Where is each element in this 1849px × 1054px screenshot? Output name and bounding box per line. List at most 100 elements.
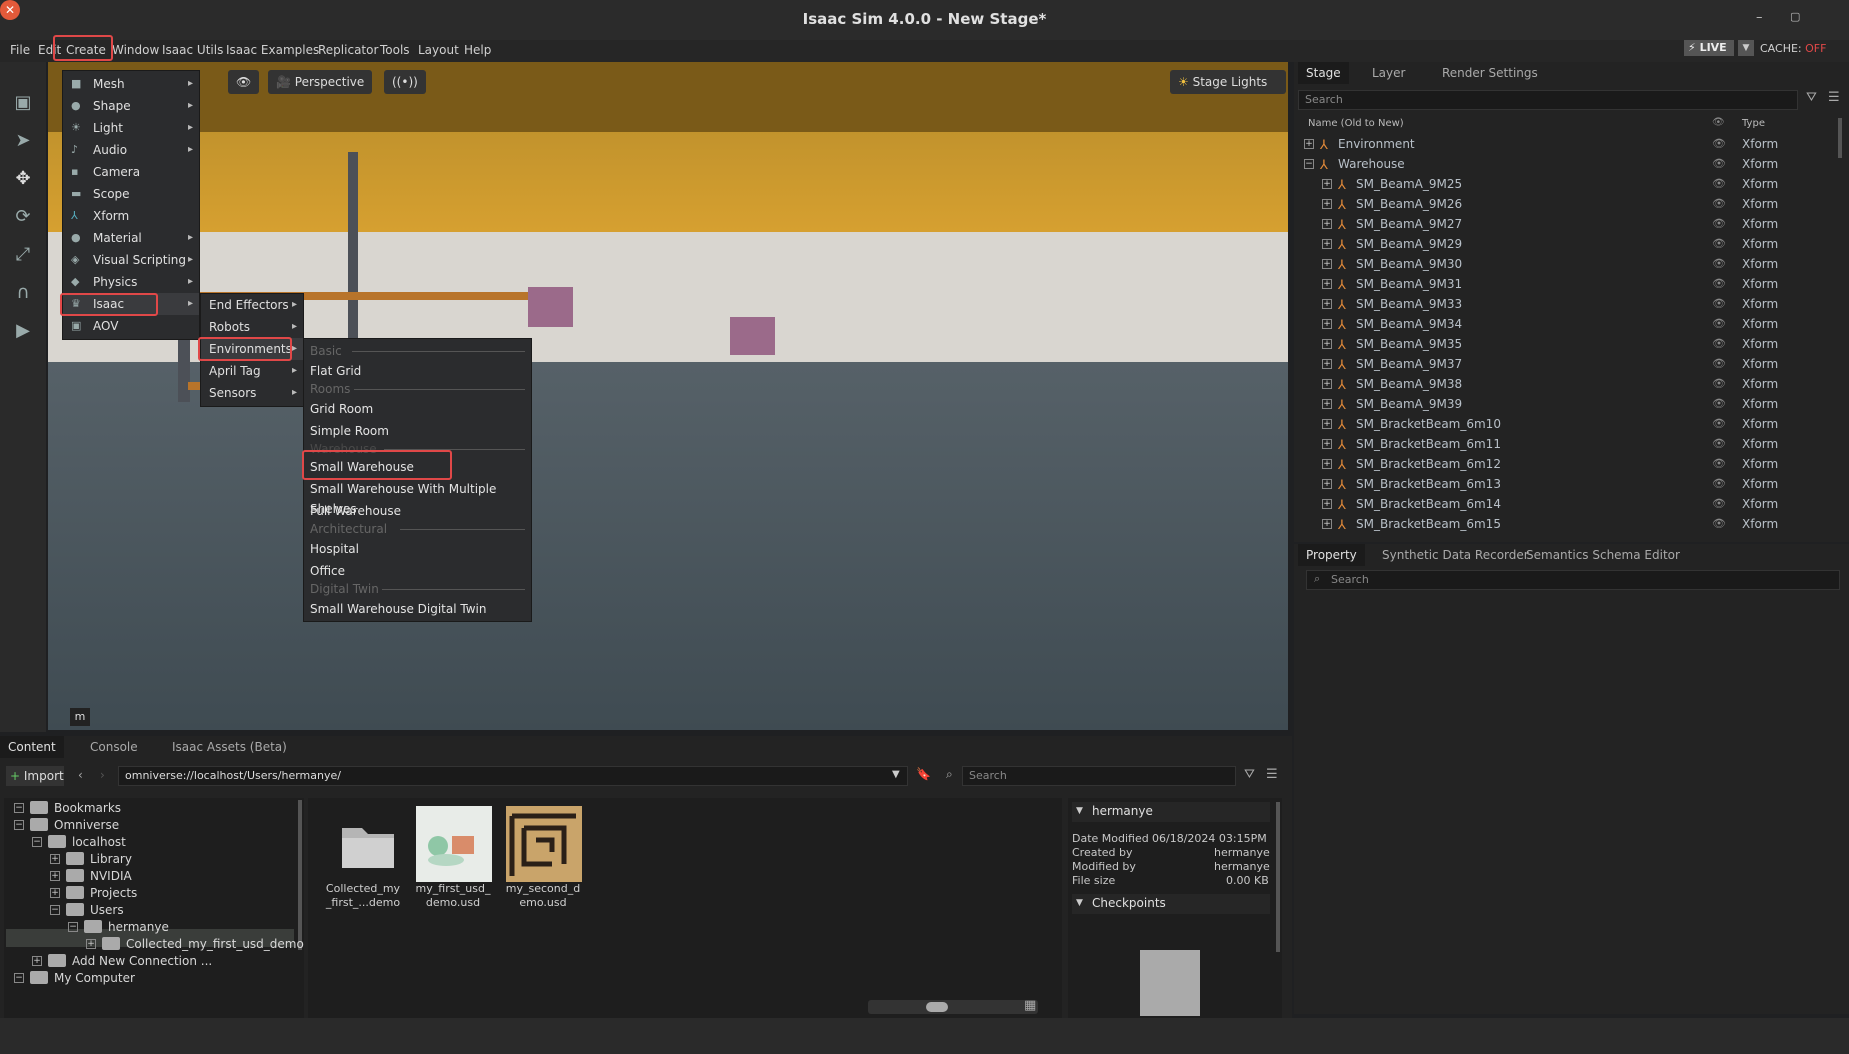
- menu-hospital[interactable]: Hospital: [304, 539, 531, 559]
- expand-icon[interactable]: +: [50, 871, 60, 881]
- expand-icon[interactable]: +: [1322, 499, 1332, 509]
- path-input[interactable]: omniverse://localhost/Users/hermanye/: [118, 766, 908, 786]
- stage-lights-button[interactable]: ☀ Stage Lights: [1170, 70, 1286, 94]
- expand-icon[interactable]: −: [14, 820, 24, 830]
- menu-isaac-utils[interactable]: Isaac Utils: [162, 43, 223, 57]
- eye-icon[interactable]: 👁: [1712, 514, 1726, 534]
- eye-icon[interactable]: 👁: [1712, 254, 1726, 274]
- menu-sensors[interactable]: Sensors ▸: [201, 382, 303, 404]
- stage-row[interactable]: + ⅄ SM_BracketBeam_6m10 👁 Xform: [1294, 414, 1834, 434]
- expand-icon[interactable]: +: [1322, 339, 1332, 349]
- tab-stage[interactable]: Stage: [1298, 62, 1349, 84]
- usd-thumbnail[interactable]: [416, 806, 492, 882]
- chevron-down-icon[interactable]: ▼: [1076, 806, 1083, 816]
- eye-icon[interactable]: 👁: [1712, 394, 1726, 414]
- stage-row[interactable]: + ⅄ SM_BeamA_9M25 👁 Xform: [1294, 174, 1834, 194]
- stage-search-input[interactable]: Search: [1298, 90, 1798, 110]
- menu-xform[interactable]: ⅄ Xform: [63, 205, 199, 227]
- pointer-icon[interactable]: ➤: [11, 130, 35, 154]
- eye-icon[interactable]: 👁: [1712, 314, 1726, 334]
- eye-icon[interactable]: 👁: [1712, 454, 1726, 474]
- tab-isaac-assets[interactable]: Isaac Assets (Beta): [164, 736, 295, 758]
- filter-icon[interactable]: ⛛: [1806, 90, 1817, 105]
- bookmark-icon[interactable]: 🔖: [916, 767, 931, 781]
- eye-icon[interactable]: 👁: [1712, 214, 1726, 234]
- menu-audio[interactable]: ♪ Audio ▸: [63, 139, 199, 161]
- restore-button[interactable]: ▢: [1790, 10, 1800, 23]
- expand-icon[interactable]: +: [86, 939, 96, 949]
- menu-april-tag[interactable]: April Tag ▸: [201, 360, 303, 382]
- stage-row[interactable]: + ⅄ SM_BracketBeam_6m14 👁 Xform: [1294, 494, 1834, 514]
- menu-visual-scripting[interactable]: ◈ Visual Scripting ▸: [63, 249, 199, 271]
- tab-render-settings[interactable]: Render Settings: [1434, 62, 1546, 84]
- chevron-down-icon[interactable]: ▼: [892, 769, 900, 780]
- menu-window[interactable]: Window: [112, 43, 159, 57]
- eye-icon[interactable]: 👁: [1712, 354, 1726, 374]
- menu-grid-room[interactable]: Grid Room: [304, 399, 531, 419]
- menu-flat-grid[interactable]: Flat Grid: [304, 361, 531, 381]
- eye-icon[interactable]: 👁: [1712, 294, 1726, 314]
- stage-row[interactable]: + ⅄ SM_BracketBeam_6m11 👁 Xform: [1294, 434, 1834, 454]
- menu-tools[interactable]: Tools: [380, 43, 410, 57]
- camera-button[interactable]: 🎥 Perspective: [268, 70, 373, 94]
- play-icon[interactable]: ▶: [11, 320, 35, 344]
- expand-icon[interactable]: +: [1322, 519, 1332, 529]
- expand-icon[interactable]: +: [1322, 219, 1332, 229]
- menu-material[interactable]: ● Material ▸: [63, 227, 199, 249]
- menu-file[interactable]: File: [10, 43, 30, 57]
- tab-property[interactable]: Property: [1298, 544, 1365, 566]
- cache-status[interactable]: CACHE: OFF: [1760, 42, 1826, 55]
- filter-icon[interactable]: ⛛: [1244, 767, 1255, 782]
- expand-icon[interactable]: −: [1304, 159, 1314, 169]
- eye-icon[interactable]: 👁: [1712, 494, 1726, 514]
- menu-office[interactable]: Office: [304, 561, 531, 581]
- file-label[interactable]: Collected_my _first_...demo: [318, 882, 408, 910]
- stage-row[interactable]: + ⅄ SM_BeamA_9M26 👁 Xform: [1294, 194, 1834, 214]
- expand-icon[interactable]: +: [1322, 419, 1332, 429]
- menu-mesh[interactable]: ■ Mesh ▸: [63, 73, 199, 95]
- expand-icon[interactable]: +: [1322, 299, 1332, 309]
- stage-row[interactable]: − ⅄ Warehouse 👁 Xform: [1294, 154, 1834, 174]
- menu-help[interactable]: Help: [464, 43, 491, 57]
- live-badge[interactable]: ⚡ LIVE: [1684, 40, 1734, 56]
- expand-icon[interactable]: −: [14, 803, 24, 813]
- select-box-icon[interactable]: ▣: [11, 92, 35, 116]
- menu-camera[interactable]: ▪ Camera: [63, 161, 199, 183]
- snap-icon[interactable]: ∩: [11, 282, 35, 306]
- menu-replicator[interactable]: Replicator: [318, 43, 378, 57]
- stage-row[interactable]: + ⅄ SM_BeamA_9M37 👁 Xform: [1294, 354, 1834, 374]
- stage-row[interactable]: + ⅄ SM_BeamA_9M29 👁 Xform: [1294, 234, 1834, 254]
- menu-simple-room[interactable]: Simple Room: [304, 421, 531, 441]
- back-icon[interactable]: ‹: [78, 768, 83, 782]
- stage-row[interactable]: + ⅄ SM_BeamA_9M38 👁 Xform: [1294, 374, 1834, 394]
- menu-aov[interactable]: ▣ AOV: [63, 315, 199, 337]
- expand-icon[interactable]: −: [50, 905, 60, 915]
- menu-small-warehouse-digital-twin[interactable]: Small Warehouse Digital Twin: [304, 599, 531, 619]
- expand-icon[interactable]: −: [32, 837, 42, 847]
- menu-physics[interactable]: ◆ Physics ▸: [63, 271, 199, 293]
- stage-row[interactable]: + ⅄ SM_BracketBeam_6m15 👁 Xform: [1294, 514, 1834, 534]
- scrollbar[interactable]: [1838, 118, 1842, 158]
- stage-row[interactable]: + ⅄ SM_BeamA_9M39 👁 Xform: [1294, 394, 1834, 414]
- file-label[interactable]: my_second_d emo.usd: [498, 882, 588, 910]
- scrollbar[interactable]: [298, 800, 302, 950]
- tab-content[interactable]: Content: [0, 736, 64, 758]
- eye-icon[interactable]: 👁: [1712, 154, 1726, 174]
- scrollbar[interactable]: [1276, 802, 1280, 952]
- content-tree-row[interactable]: − My Computer: [14, 968, 294, 988]
- expand-icon[interactable]: +: [1322, 439, 1332, 449]
- property-search-input[interactable]: Search: [1306, 570, 1840, 590]
- eye-icon[interactable]: 👁: [1712, 414, 1726, 434]
- eye-icon[interactable]: 👁: [1712, 174, 1726, 194]
- tab-synthetic-data-recorder[interactable]: Synthetic Data Recorder: [1374, 544, 1537, 566]
- stage-row[interactable]: + ⅄ SM_BeamA_9M27 👁 Xform: [1294, 214, 1834, 234]
- stage-row[interactable]: + ⅄ SM_BeamA_9M30 👁 Xform: [1294, 254, 1834, 274]
- expand-icon[interactable]: −: [14, 973, 24, 983]
- menu-scope[interactable]: ▬ Scope: [63, 183, 199, 205]
- zoom-handle[interactable]: [926, 1002, 948, 1012]
- expand-icon[interactable]: +: [50, 888, 60, 898]
- expand-icon[interactable]: +: [1322, 319, 1332, 329]
- broadcast-icon[interactable]: ((•)): [384, 70, 426, 94]
- menu-layout[interactable]: Layout: [418, 43, 459, 57]
- forward-icon[interactable]: ›: [100, 768, 105, 782]
